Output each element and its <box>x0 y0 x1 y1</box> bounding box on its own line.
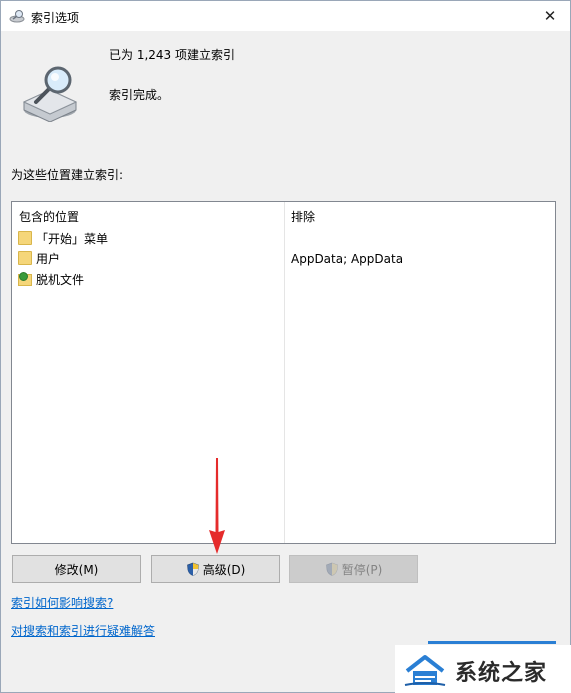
close-icon: ✕ <box>543 7 557 25</box>
indexing-options-icon <box>9 10 25 23</box>
modify-button[interactable]: 修改(M) <box>12 555 141 583</box>
location-label: 「开始」菜单 <box>36 231 109 246</box>
location-label: 脱机文件 <box>36 272 85 287</box>
list-item[interactable]: 「开始」菜单 <box>18 228 278 248</box>
column-header-excluded[interactable]: 排除 <box>291 208 315 225</box>
excluded-folders-text: AppData; AppData <box>291 252 404 266</box>
list-item[interactable]: 脱机文件 <box>18 269 278 289</box>
indexing-status-text: 索引完成。 <box>109 88 170 102</box>
watermark-bar <box>428 641 556 644</box>
title-bar: 索引选项 ✕ <box>1 1 570 31</box>
locations-section-label: 为这些位置建立索引: <box>11 168 124 182</box>
pause-button[interactable]: 暂停(P) <box>289 555 418 583</box>
pause-button-label: 暂停(P) <box>341 562 383 577</box>
house-logo-icon <box>404 655 446 686</box>
hard-drive-magnifier-icon <box>22 66 78 122</box>
window-title: 索引选项 <box>31 11 80 25</box>
folder-icon <box>18 251 32 265</box>
advanced-button-label: 高级(D) <box>202 562 246 577</box>
how-indexing-affects-search-link[interactable]: 索引如何影响搜索? <box>11 594 113 611</box>
annotation-arrow <box>209 458 225 554</box>
list-item[interactable]: 用户 <box>18 248 278 268</box>
indexed-locations-list[interactable]: 包含的位置 排除 「开始」菜单 用户 AppData; AppData 脱机文件 <box>11 201 556 544</box>
folder-icon <box>18 231 32 245</box>
uac-shield-icon <box>325 562 338 576</box>
column-header-included[interactable]: 包含的位置 <box>19 208 79 225</box>
column-divider <box>284 202 285 543</box>
troubleshoot-search-indexing-link[interactable]: 对搜索和索引进行疑难解答 <box>11 622 155 639</box>
indexed-count-text: 已为 1,243 项建立索引 <box>109 48 235 62</box>
close-button[interactable]: ✕ <box>536 4 564 28</box>
uac-shield-icon <box>186 562 199 576</box>
advanced-button[interactable]: 高级(D) <box>151 555 280 583</box>
location-label: 用户 <box>36 251 61 266</box>
modify-button-label: 修改(M) <box>54 562 99 577</box>
watermark-text: 系统之家 <box>455 661 548 686</box>
offline-files-icon <box>18 272 32 286</box>
watermark: 系统之家 <box>395 645 571 693</box>
